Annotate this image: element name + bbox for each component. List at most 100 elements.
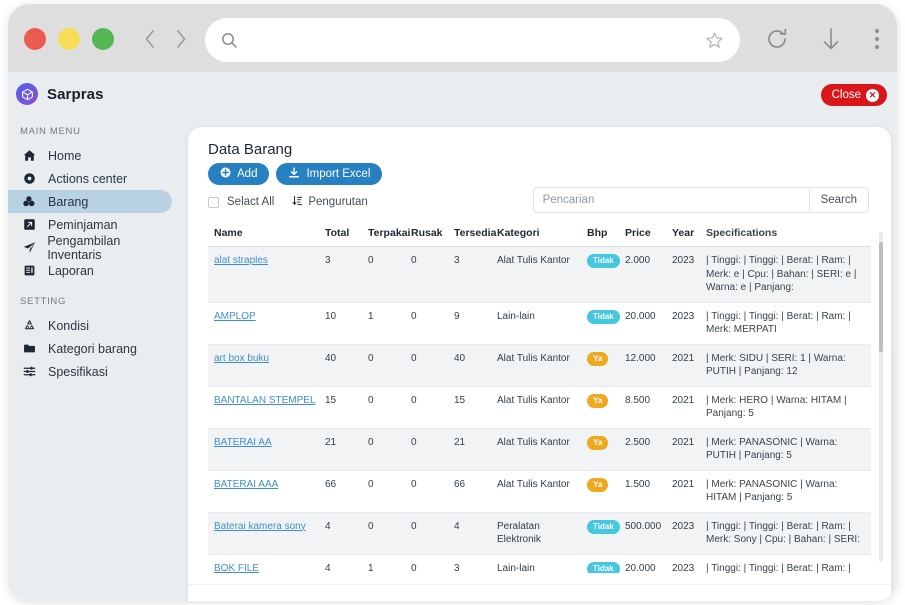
address-bar[interactable] — [205, 18, 740, 62]
col-specifications[interactable]: Specifications — [706, 222, 871, 247]
row-name-link[interactable]: BOK FILE — [214, 563, 259, 574]
row-tersedia: 66 — [454, 470, 497, 513]
row-terpakai: 1 — [368, 302, 411, 345]
row-year: 2023 — [672, 246, 706, 303]
sidebar-item-label: Actions center — [48, 171, 128, 186]
sidebar-item-kondisi[interactable]: Kondisi — [8, 314, 172, 337]
row-kategori: Peralatan Elektronik — [497, 512, 587, 555]
table-row[interactable]: BATERAI AAA 66 0 0 66 Alat Tulis Kantor Ya 1.50… — [208, 470, 871, 513]
sort-label: Pengurutan — [308, 196, 368, 208]
table-row[interactable]: BATERAI AA 21 0 0 21 Alat Tulis Kantor Ya 2.500… — [208, 428, 871, 471]
sidebar-item-label: Laporan — [48, 263, 94, 278]
pagination-page[interactable]: 1 — [589, 594, 639, 601]
window-close-dot[interactable] — [24, 28, 46, 50]
table-row[interactable]: AMPLOP 10 1 0 9 Lain-lain Tidak 20.000 2023 | Tin… — [208, 302, 871, 345]
row-rusak: 0 — [411, 512, 454, 555]
pagination-page[interactable]: 4 — [739, 594, 789, 601]
sidebar-item-label: Pengambilan Inventaris — [47, 233, 121, 262]
row-name-link[interactable]: Baterai kamera sony — [214, 521, 306, 532]
import-excel-button[interactable]: Import Excel — [276, 163, 383, 185]
table-row[interactable]: BANTALAN STEMPEL 15 0 0 15 Alat Tulis Kantor Y… — [208, 386, 871, 429]
brand-name: Sarpras — [47, 85, 104, 103]
sidebar-item-kategori-barang[interactable]: Kategori barang — [8, 337, 172, 360]
search-input[interactable] — [532, 187, 809, 213]
row-rusak: 0 — [411, 428, 454, 471]
row-tersedia: 15 — [454, 386, 497, 429]
sidebar-item-home[interactable]: Home — [8, 144, 172, 167]
recycle-icon — [22, 319, 37, 332]
table-row[interactable]: Baterai kamera sony 4 0 0 4 Peralatan Elektro… — [208, 512, 871, 555]
table-row[interactable]: BOK FILE 4 1 0 3 Lain-lain Tidak 20.000 2023 | Ti… — [208, 554, 871, 573]
reload-icon[interactable] — [760, 22, 794, 56]
row-terpakai: 0 — [368, 470, 411, 513]
col-year[interactable]: Year — [672, 222, 706, 247]
search-area: Search — [532, 187, 869, 213]
col-price[interactable]: Price — [625, 222, 672, 247]
row-name-link[interactable]: BANTALAN STEMPEL — [214, 395, 316, 406]
external-link-icon — [22, 218, 37, 231]
pagination-numbers: 12345 — [589, 594, 839, 601]
row-name: BANTALAN STEMPEL — [208, 386, 325, 429]
row-kategori: Alat Tulis Kantor — [497, 470, 587, 513]
bhp-badge: Ya — [587, 477, 609, 492]
col-total[interactable]: Total — [325, 222, 368, 247]
row-name-link[interactable]: AMPLOP — [214, 311, 256, 322]
address-input[interactable] — [238, 32, 705, 48]
sidebar-item-label: Barang — [48, 194, 89, 209]
row-name: art box buku — [208, 344, 325, 387]
table-row[interactable]: art box buku 40 0 0 40 Alat Tulis Kantor Ya 12.… — [208, 344, 871, 387]
row-specifications: | Tinggi: | Tinggi: | Berat: | Ram: | Me… — [706, 512, 871, 555]
col-rusak[interactable]: Rusak — [411, 222, 454, 247]
close-button[interactable]: Close ✕ — [820, 84, 887, 106]
pagination-prev[interactable] — [555, 594, 589, 601]
home-icon — [22, 149, 37, 162]
select-all-checkbox[interactable] — [208, 196, 219, 208]
row-name: Baterai kamera sony — [208, 512, 325, 555]
col-tersedia[interactable]: Tersedia — [454, 222, 497, 247]
window-maximize-dot[interactable] — [92, 28, 114, 50]
col-name[interactable]: Name — [208, 222, 325, 247]
table-scrollbar-thumb[interactable] — [879, 242, 883, 352]
row-bhp: Tidak — [587, 246, 625, 303]
sidebar-item-barang[interactable]: Barang — [8, 190, 172, 213]
col-kategori[interactable]: Kategori — [497, 222, 587, 247]
row-specifications: | Tinggi: | Tinggi: | Berat: | Ram: | Me… — [706, 554, 871, 573]
sidebar-item-pengambilan-inventaris[interactable]: Pengambilan Inventaris — [8, 233, 172, 262]
row-name-link[interactable]: BATERAI AA — [214, 437, 272, 448]
pagination-page[interactable]: 2 — [639, 594, 689, 601]
col-terpakai[interactable]: Terpakai — [368, 222, 411, 247]
sidebar-item-laporan[interactable]: Laporan — [8, 259, 172, 282]
browser-toolbar — [8, 4, 897, 72]
table-row[interactable]: alat straples 3 0 0 3 Alat Tulis Kantor Tidak 2… — [208, 246, 871, 303]
table-header-row: Name Total Terpakai Rusak Tersedia Kateg… — [208, 222, 871, 247]
row-total: 15 — [325, 386, 368, 429]
sort-button[interactable]: Pengurutan — [292, 195, 368, 209]
pagination-page[interactable]: 5 — [789, 594, 839, 601]
download-icon[interactable] — [814, 22, 848, 56]
data-table: Name Total Terpakai Rusak Tersedia Kateg… — [208, 222, 871, 573]
row-rusak: 0 — [411, 386, 454, 429]
row-name-link[interactable]: alat straples — [214, 255, 268, 266]
add-button[interactable]: Add — [208, 163, 270, 185]
table-scrollbar-track[interactable] — [879, 232, 883, 562]
kebab-menu-icon[interactable] — [860, 22, 894, 56]
row-name-link[interactable]: BATERAI AAA — [214, 479, 278, 490]
forward-icon[interactable] — [166, 24, 196, 54]
window-minimize-dot[interactable] — [58, 28, 80, 50]
sidebar-item-actions-center[interactable]: Actions center — [8, 167, 172, 190]
row-name: BOK FILE — [208, 554, 325, 573]
pagination-next[interactable] — [839, 594, 873, 601]
pagination-page[interactable]: 3 — [689, 594, 739, 601]
sidebar-item-spesifikasi[interactable]: Spesifikasi — [8, 360, 172, 383]
col-bhp[interactable]: Bhp — [587, 222, 625, 247]
sliders-icon — [22, 365, 37, 378]
row-price: 2.000 — [625, 246, 672, 303]
row-name-link[interactable]: art box buku — [214, 353, 269, 364]
search-button[interactable]: Search — [808, 187, 869, 213]
back-icon[interactable] — [134, 24, 164, 54]
star-icon[interactable] — [705, 31, 724, 50]
row-year: 2021 — [672, 344, 706, 387]
row-total: 4 — [325, 512, 368, 555]
row-specifications: | Merk: PANASONIC | Warna: PUTIH | Panja… — [706, 428, 871, 471]
row-total: 66 — [325, 470, 368, 513]
